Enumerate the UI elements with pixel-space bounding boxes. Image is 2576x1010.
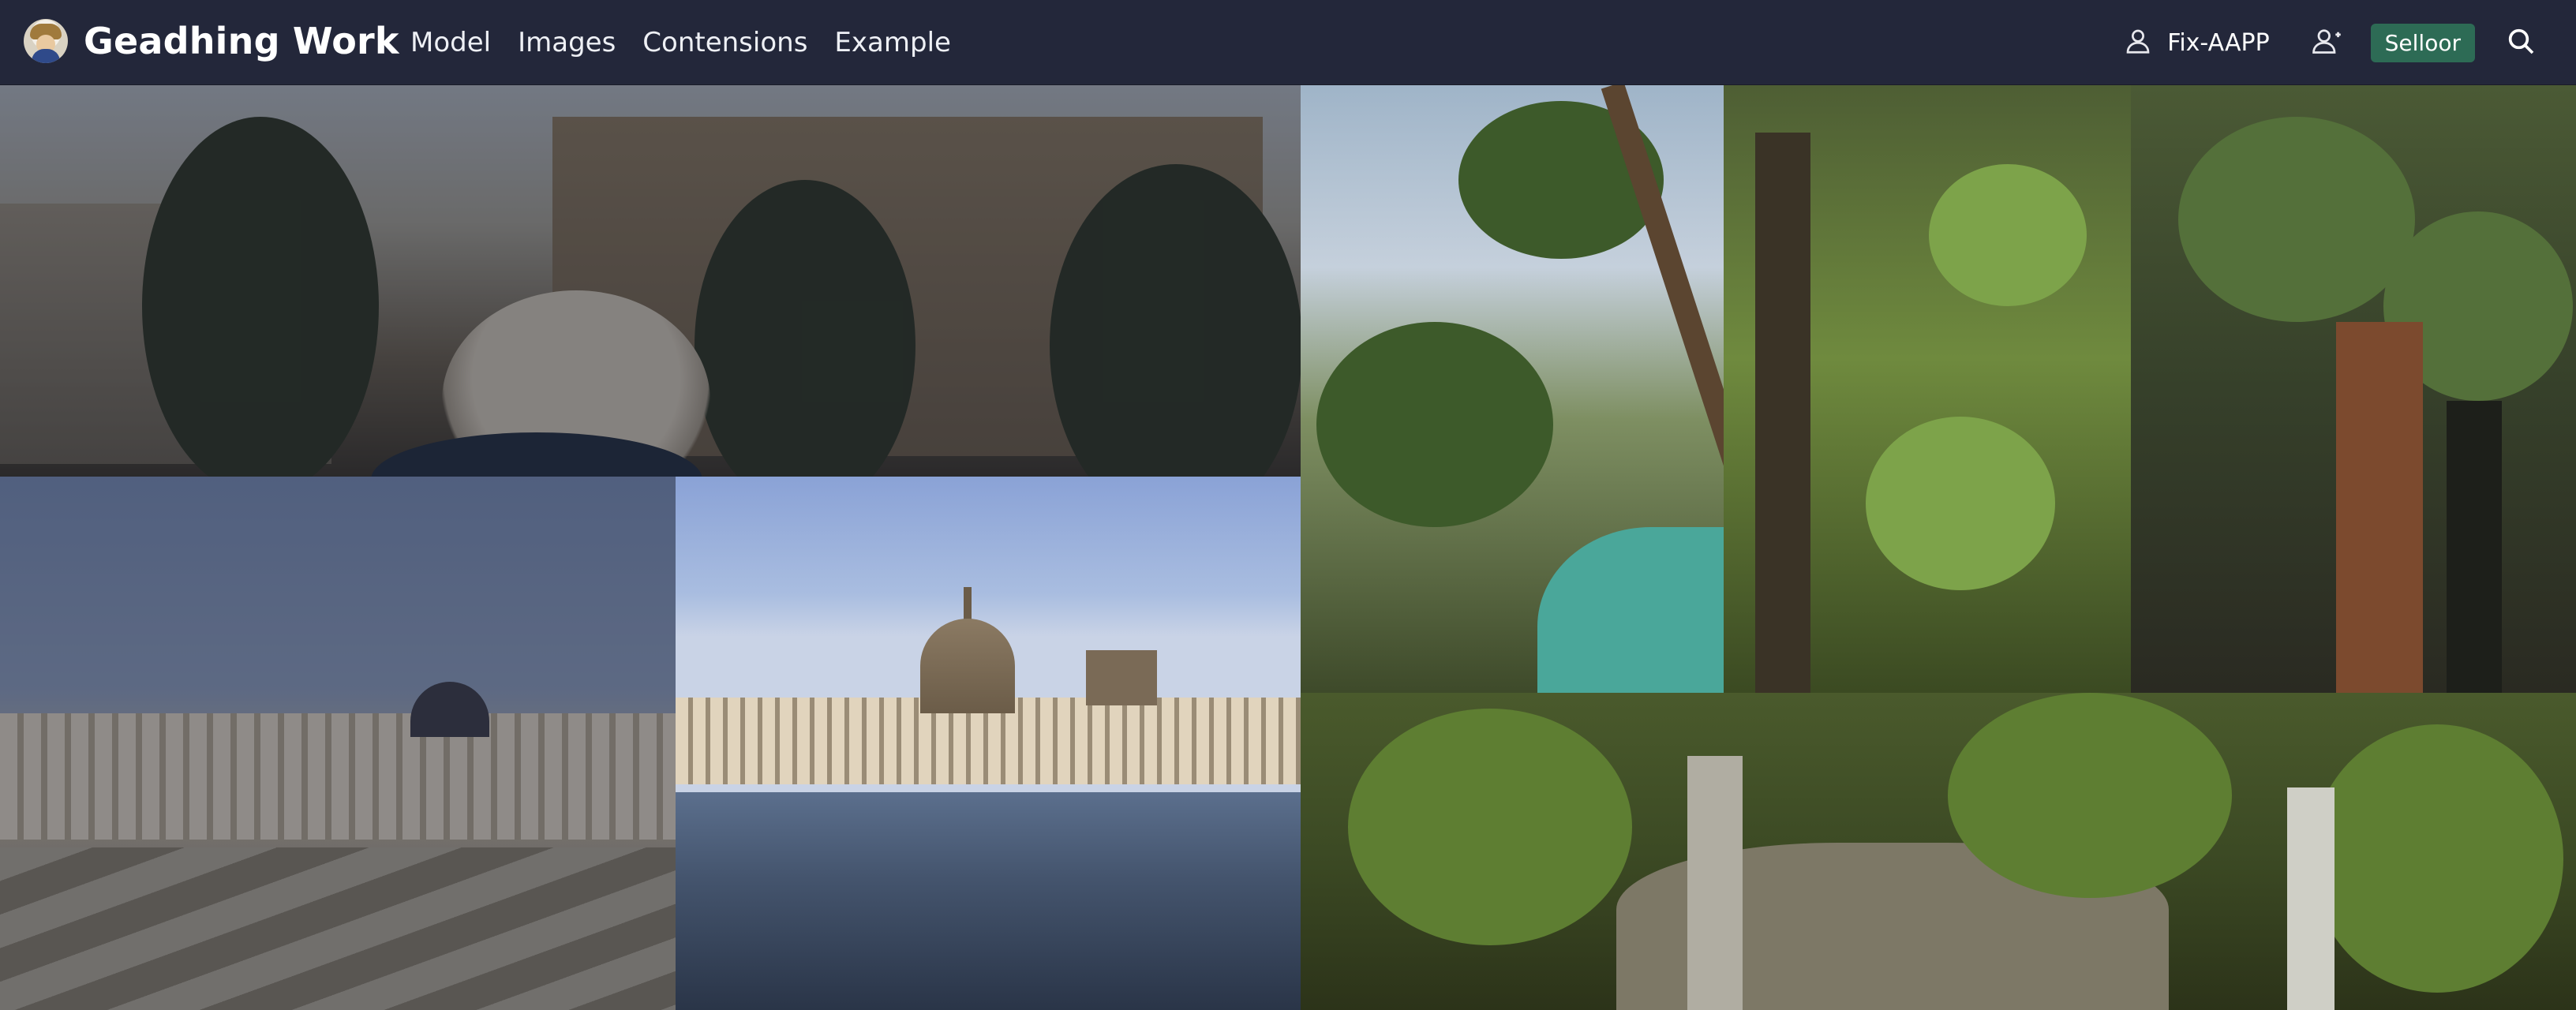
tile-shape: [1755, 133, 1810, 693]
tile-shape: [2447, 401, 2502, 693]
tile-shape: [2287, 787, 2334, 1010]
brand-name[interactable]: Geadhing Work: [84, 17, 399, 65]
tile-shape: [2336, 322, 2423, 693]
tile-shape: [1601, 85, 1724, 480]
nav-item-contensions[interactable]: Contensions: [642, 27, 807, 58]
gallery-tile-green-leaves[interactable]: [1724, 85, 2131, 693]
tile-shape: [676, 792, 1301, 1010]
tile-shape: [0, 847, 676, 1010]
tile-shape: [1316, 322, 1553, 527]
tile-shape: [1348, 709, 1632, 945]
tile-shape: [1948, 693, 2232, 898]
top-navigation-bar: Geadhing Work Model Images Contensions E…: [0, 0, 2576, 85]
tile-shape: [2178, 117, 2415, 322]
brand-logo[interactable]: [24, 19, 68, 63]
account-link[interactable]: Fix-AAPP: [2123, 26, 2270, 59]
tile-shape: [410, 682, 489, 737]
tile-shape: [1929, 164, 2087, 306]
tile-shape: [552, 117, 1263, 456]
search-icon: [2505, 25, 2537, 60]
header-actions: Fix-AAPP Selloor: [2123, 17, 2544, 68]
tile-shape: [920, 619, 1015, 713]
gallery-tile-parliament-river[interactable]: [676, 477, 1301, 1010]
gallery-tile-foliage[interactable]: [1301, 693, 2576, 1010]
user-plus-icon: [2310, 25, 2343, 60]
tile-shape: [1866, 417, 2055, 590]
tile-shape: [1687, 756, 1743, 1010]
gallery-tile-dark-trunk[interactable]: [2131, 85, 2576, 693]
nav-item-model[interactable]: Model: [410, 27, 491, 58]
photo-gallery: [0, 85, 2576, 1010]
search-button[interactable]: [2497, 19, 2544, 66]
add-user-button[interactable]: [2303, 19, 2350, 66]
tile-shape: [2311, 724, 2563, 993]
gallery-tile-tree-sky[interactable]: [1301, 85, 1724, 693]
gallery-tile-palace-square[interactable]: [0, 477, 676, 1010]
tile-shape: [142, 117, 379, 477]
main-nav: Model Images Contensions Example: [410, 21, 951, 65]
gallery-tile-building-person[interactable]: [0, 85, 1301, 477]
tile-shape: [442, 290, 710, 477]
account-link-label: Fix-AAPP: [2167, 28, 2270, 57]
tile-shape: [0, 204, 331, 464]
sell-button[interactable]: Selloor: [2370, 23, 2475, 62]
nav-item-images[interactable]: Images: [518, 27, 616, 58]
tile-shape: [1086, 650, 1157, 705]
logo-shirt: [32, 49, 60, 63]
tile-shape: [1537, 527, 1724, 693]
tile-shape: [0, 713, 676, 840]
nav-item-example[interactable]: Example: [834, 27, 951, 58]
tile-shape: [371, 432, 702, 477]
tile-shape: [695, 180, 915, 477]
tile-shape: [1050, 164, 1301, 477]
user-icon: [2123, 26, 2153, 59]
